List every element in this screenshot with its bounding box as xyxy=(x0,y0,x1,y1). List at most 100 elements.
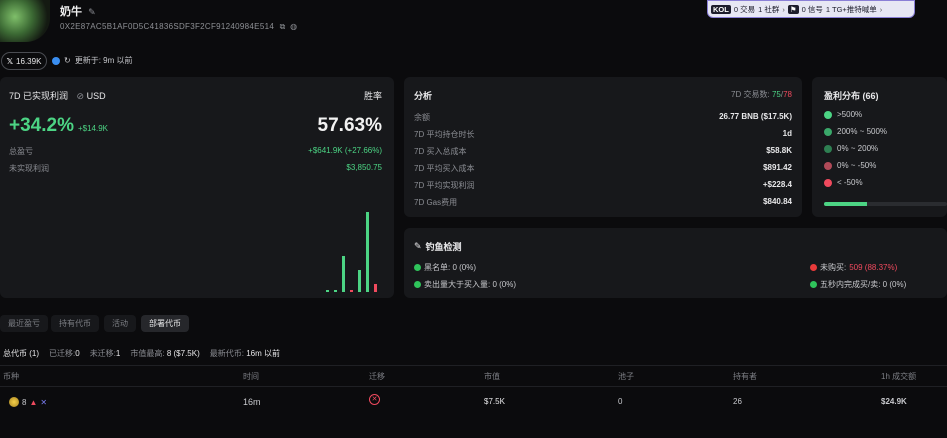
chevron-right-icon: › xyxy=(782,4,785,14)
pnl-card: 7D 已实现利润 ⊘ USD 胜率 +34.2% +$14.9K 57.63% … xyxy=(0,77,394,298)
legend-dot-icon xyxy=(824,144,832,153)
legend-dot-icon xyxy=(824,110,832,119)
table-row-time: 16m xyxy=(243,397,261,407)
tab-activity[interactable]: 活动 xyxy=(104,315,136,332)
verified-icon xyxy=(52,56,60,65)
kol-signal: 0 信号 xyxy=(801,4,823,14)
kol-tag: KOL xyxy=(711,4,731,14)
analysis-row-label: 7D 平均买入成本 xyxy=(414,164,475,173)
legend-label: < -50% xyxy=(837,178,863,187)
tab-holdings[interactable]: 持有代币 xyxy=(51,315,99,332)
distribution-bar xyxy=(824,202,947,206)
pnl-bar xyxy=(374,284,377,292)
analysis-row-label: 7D 平均持仓时长 xyxy=(414,130,475,139)
currency-label[interactable]: USD xyxy=(87,91,106,101)
edit-icon[interactable]: ✎ xyxy=(88,7,96,17)
globe-icon[interactable]: ◍ xyxy=(290,22,297,31)
status-dot-icon xyxy=(810,264,817,271)
col-migration[interactable]: 迁移 xyxy=(369,371,385,382)
analysis-row: 7D Gas费用 $840.84 xyxy=(414,197,792,208)
phishing-title: ✎ 钓鱼检测 xyxy=(414,241,462,252)
analysis-row-label: 7D 平均实现利润 xyxy=(414,181,475,190)
analysis-row: 7D 平均实现利润 +$228.4 xyxy=(414,180,792,191)
pnl-card-title: 7D 已实现利润 ⊘ USD xyxy=(9,91,106,101)
col-holders[interactable]: 持有者 xyxy=(733,371,757,382)
phishing-card: ✎ 钓鱼检测 黑名单: 0 (0%) 卖出量大于买入量: 0 (0%) 未购买:… xyxy=(404,228,947,298)
analysis-row: 余额 26.77 BNB ($17.5K) xyxy=(414,112,792,123)
tab-recent-pnl[interactable]: 最近盈亏 xyxy=(0,315,48,332)
not-migrated-icon: ✕ xyxy=(369,394,380,405)
legend-dot-icon xyxy=(824,127,832,136)
legend-label: 0% ~ -50% xyxy=(837,161,877,170)
distribution-title: 盈利分布 (66) xyxy=(824,91,879,101)
refresh-icon[interactable]: ↻ xyxy=(64,56,71,65)
sell-gt-buy-item: 卖出量大于买入量: 0 (0%) xyxy=(414,279,516,290)
deploy-summary: 总代币 (1) 已迁移:0 未迁移:1 市值最高: 8 ($7.5K) 最新代币… xyxy=(3,349,281,358)
avatar xyxy=(0,0,50,42)
tab-deployed-tokens[interactable]: 部署代币 xyxy=(141,315,189,332)
currency-switch-icon[interactable]: ⊘ xyxy=(77,91,85,101)
x-followers-button[interactable]: 𝕏 16.39K xyxy=(1,52,47,70)
winrate-value: 57.63% xyxy=(317,115,382,136)
distribution-legend-item: 0% ~ -50% xyxy=(824,161,876,170)
pnl-percent: +34.2% xyxy=(9,115,74,136)
pnl-bar xyxy=(366,212,369,292)
analysis-title: 分析 xyxy=(414,91,433,101)
no-buy-item: 未购买: 509 (88.37%) xyxy=(810,262,897,273)
hook-icon: ✎ xyxy=(414,241,422,251)
kol-banner[interactable]: KOL 0 交易 1 社群 › ⚑ 0 信号 1 TG+推特喊单 › xyxy=(707,0,915,18)
total-pnl-label: 总盈亏 xyxy=(9,147,33,156)
distribution-legend-item: < -50% xyxy=(824,178,863,187)
analysis-row-label: 7D 买入总成本 xyxy=(414,147,467,156)
analysis-row-value: 1d xyxy=(782,129,792,138)
col-time[interactable]: 时间 xyxy=(243,371,259,382)
analysis-row-value: $891.42 xyxy=(763,163,792,172)
col-mcap[interactable]: 市值 xyxy=(484,371,500,382)
distribution-legend-item: 0% ~ 200% xyxy=(824,144,878,153)
status-dot-icon xyxy=(810,281,817,288)
table-row-pool: 0 xyxy=(618,397,623,406)
status-dot-icon xyxy=(414,281,421,288)
analysis-row-value: +$228.4 xyxy=(762,180,792,189)
kol-community: 1 社群 xyxy=(758,4,780,14)
pnl-bar xyxy=(334,290,337,292)
x-icon: 𝕏 xyxy=(6,56,14,66)
pnl-bar xyxy=(350,290,353,292)
analysis-row: 7D 买入总成本 $58.8K xyxy=(414,146,792,157)
divider xyxy=(0,386,947,387)
col-token[interactable]: 币种 xyxy=(3,371,19,382)
unrealized-label: 未实现利润 xyxy=(9,164,49,173)
analysis-row-value: 26.77 BNB ($17.5K) xyxy=(719,112,792,121)
table-row-mcap: $7.5K xyxy=(484,397,505,406)
distribution-bar-fill xyxy=(824,202,868,206)
analysis-row: 7D 平均买入成本 $891.42 xyxy=(414,163,792,174)
unrealized-value: $3,850.75 xyxy=(346,163,382,172)
profile-name: 奶牛 ✎ xyxy=(60,6,96,18)
table-row-token[interactable]: 8 ▲ ✕ xyxy=(9,397,47,407)
copy-icon[interactable]: ⧉ xyxy=(280,22,286,31)
legend-label: >500% xyxy=(837,110,863,119)
pnl-bar xyxy=(358,269,361,292)
signal-icon: ⚑ xyxy=(787,4,799,14)
distribution-legend-item: 200% ~ 500% xyxy=(824,127,887,136)
winrate-label: 胜率 xyxy=(363,91,382,101)
wallet-address: 0X2E87AC5B1AF0D5C41836SDF3F2CF91240984E5… xyxy=(60,22,298,31)
col-pool[interactable]: 池子 xyxy=(618,371,634,382)
x-link-icon[interactable]: ✕ xyxy=(40,398,47,407)
legend-label: 0% ~ 200% xyxy=(837,144,879,153)
analysis-card: 分析 7D 交易数: 75/78 余额 26.77 BNB ($17.5K) 7D … xyxy=(404,77,802,217)
distribution-card: 盈利分布 (66) >500% 200% ~ 500% 0% ~ 200% 0% ~ … xyxy=(812,77,947,217)
col-volume[interactable]: 1h 成交额 xyxy=(881,371,916,382)
pnl-summary: +34.2% +$14.9K xyxy=(9,115,108,137)
analysis-row-value: $840.84 xyxy=(763,197,792,206)
kol-tg: 1 TG+推特喊单 xyxy=(825,4,877,14)
warning-icon: ▲ xyxy=(29,397,38,407)
token-logo-icon xyxy=(9,397,19,407)
divider xyxy=(0,365,947,366)
total-pnl-value: +$641.9K (+27.66%) xyxy=(308,146,382,155)
pnl-usd: +$14.9K xyxy=(77,124,109,133)
pnl-bar xyxy=(342,256,345,292)
kol-trades: 0 交易 xyxy=(733,4,756,14)
chevron-right-icon: › xyxy=(879,4,883,14)
table-row-volume: $24.9K xyxy=(881,397,907,406)
